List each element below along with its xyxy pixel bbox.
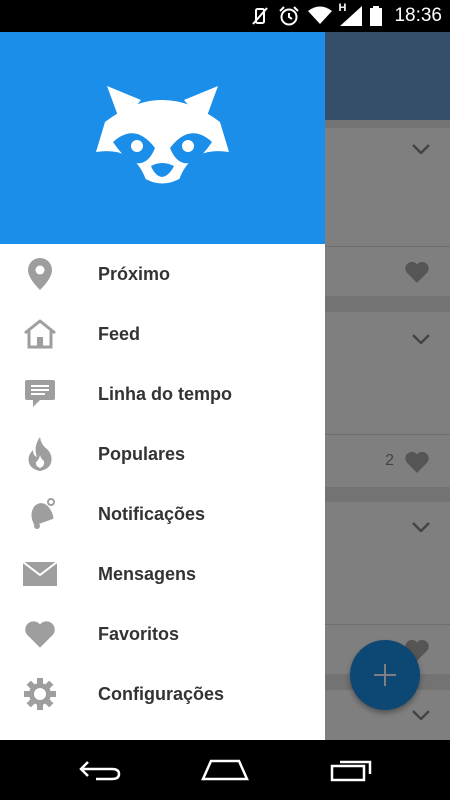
home-icon <box>22 316 58 352</box>
menu-item-favoritos[interactable]: Favoritos <box>0 604 325 664</box>
network-type-label: H <box>338 2 347 14</box>
menu-item-populares[interactable]: Populares <box>0 424 325 484</box>
flame-icon <box>22 436 58 472</box>
menu-item-label: Configurações <box>98 684 225 704</box>
menu-item-label: Próximo <box>98 264 171 284</box>
status-bar: H 18:36 <box>0 0 450 32</box>
wifi-icon <box>308 6 333 26</box>
battery-icon <box>370 6 383 26</box>
menu-item-label: Mensagens <box>98 564 197 584</box>
menu-item-label: Populares <box>98 444 186 464</box>
chat-bubble-icon <box>22 376 58 412</box>
drawer-header <box>0 32 325 244</box>
menu-item-mensagens[interactable]: Mensagens <box>0 544 325 604</box>
menu-item-label: Favoritos <box>98 624 180 644</box>
system-nav-bar <box>0 740 450 800</box>
heart-icon <box>22 616 58 652</box>
menu-item-proximo[interactable]: Próximo <box>0 244 325 304</box>
menu-item-feed[interactable]: Feed <box>0 304 325 364</box>
menu-item-configuracoes[interactable]: Configurações <box>0 664 325 724</box>
menu-item-label: Linha do tempo <box>98 384 232 404</box>
signal-icon: H <box>338 2 363 26</box>
recents-button[interactable] <box>312 740 392 800</box>
raccoon-logo <box>96 86 229 187</box>
bell-icon <box>22 496 58 532</box>
drawer-menu: Próximo Feed Linha do tempo Populares No <box>0 244 325 724</box>
menu-item-label: Feed <box>98 324 141 344</box>
back-icon <box>79 761 121 781</box>
menu-item-linha-do-tempo[interactable]: Linha do tempo <box>0 364 325 424</box>
gear-icon <box>22 676 58 712</box>
alarm-icon <box>278 5 300 27</box>
home-button[interactable] <box>185 740 265 800</box>
navigation-drawer: Próximo Feed Linha do tempo Populares No <box>0 32 325 740</box>
clock: 18:36 <box>394 5 442 26</box>
recents-icon <box>330 760 372 782</box>
back-button[interactable] <box>60 740 140 800</box>
vibrate-off-icon <box>250 6 270 26</box>
menu-item-notificacoes[interactable]: Notificações <box>0 484 325 544</box>
menu-item-label: Notificações <box>98 504 206 524</box>
envelope-icon <box>22 556 58 592</box>
home-icon <box>201 759 249 781</box>
location-pin-icon <box>22 256 58 292</box>
